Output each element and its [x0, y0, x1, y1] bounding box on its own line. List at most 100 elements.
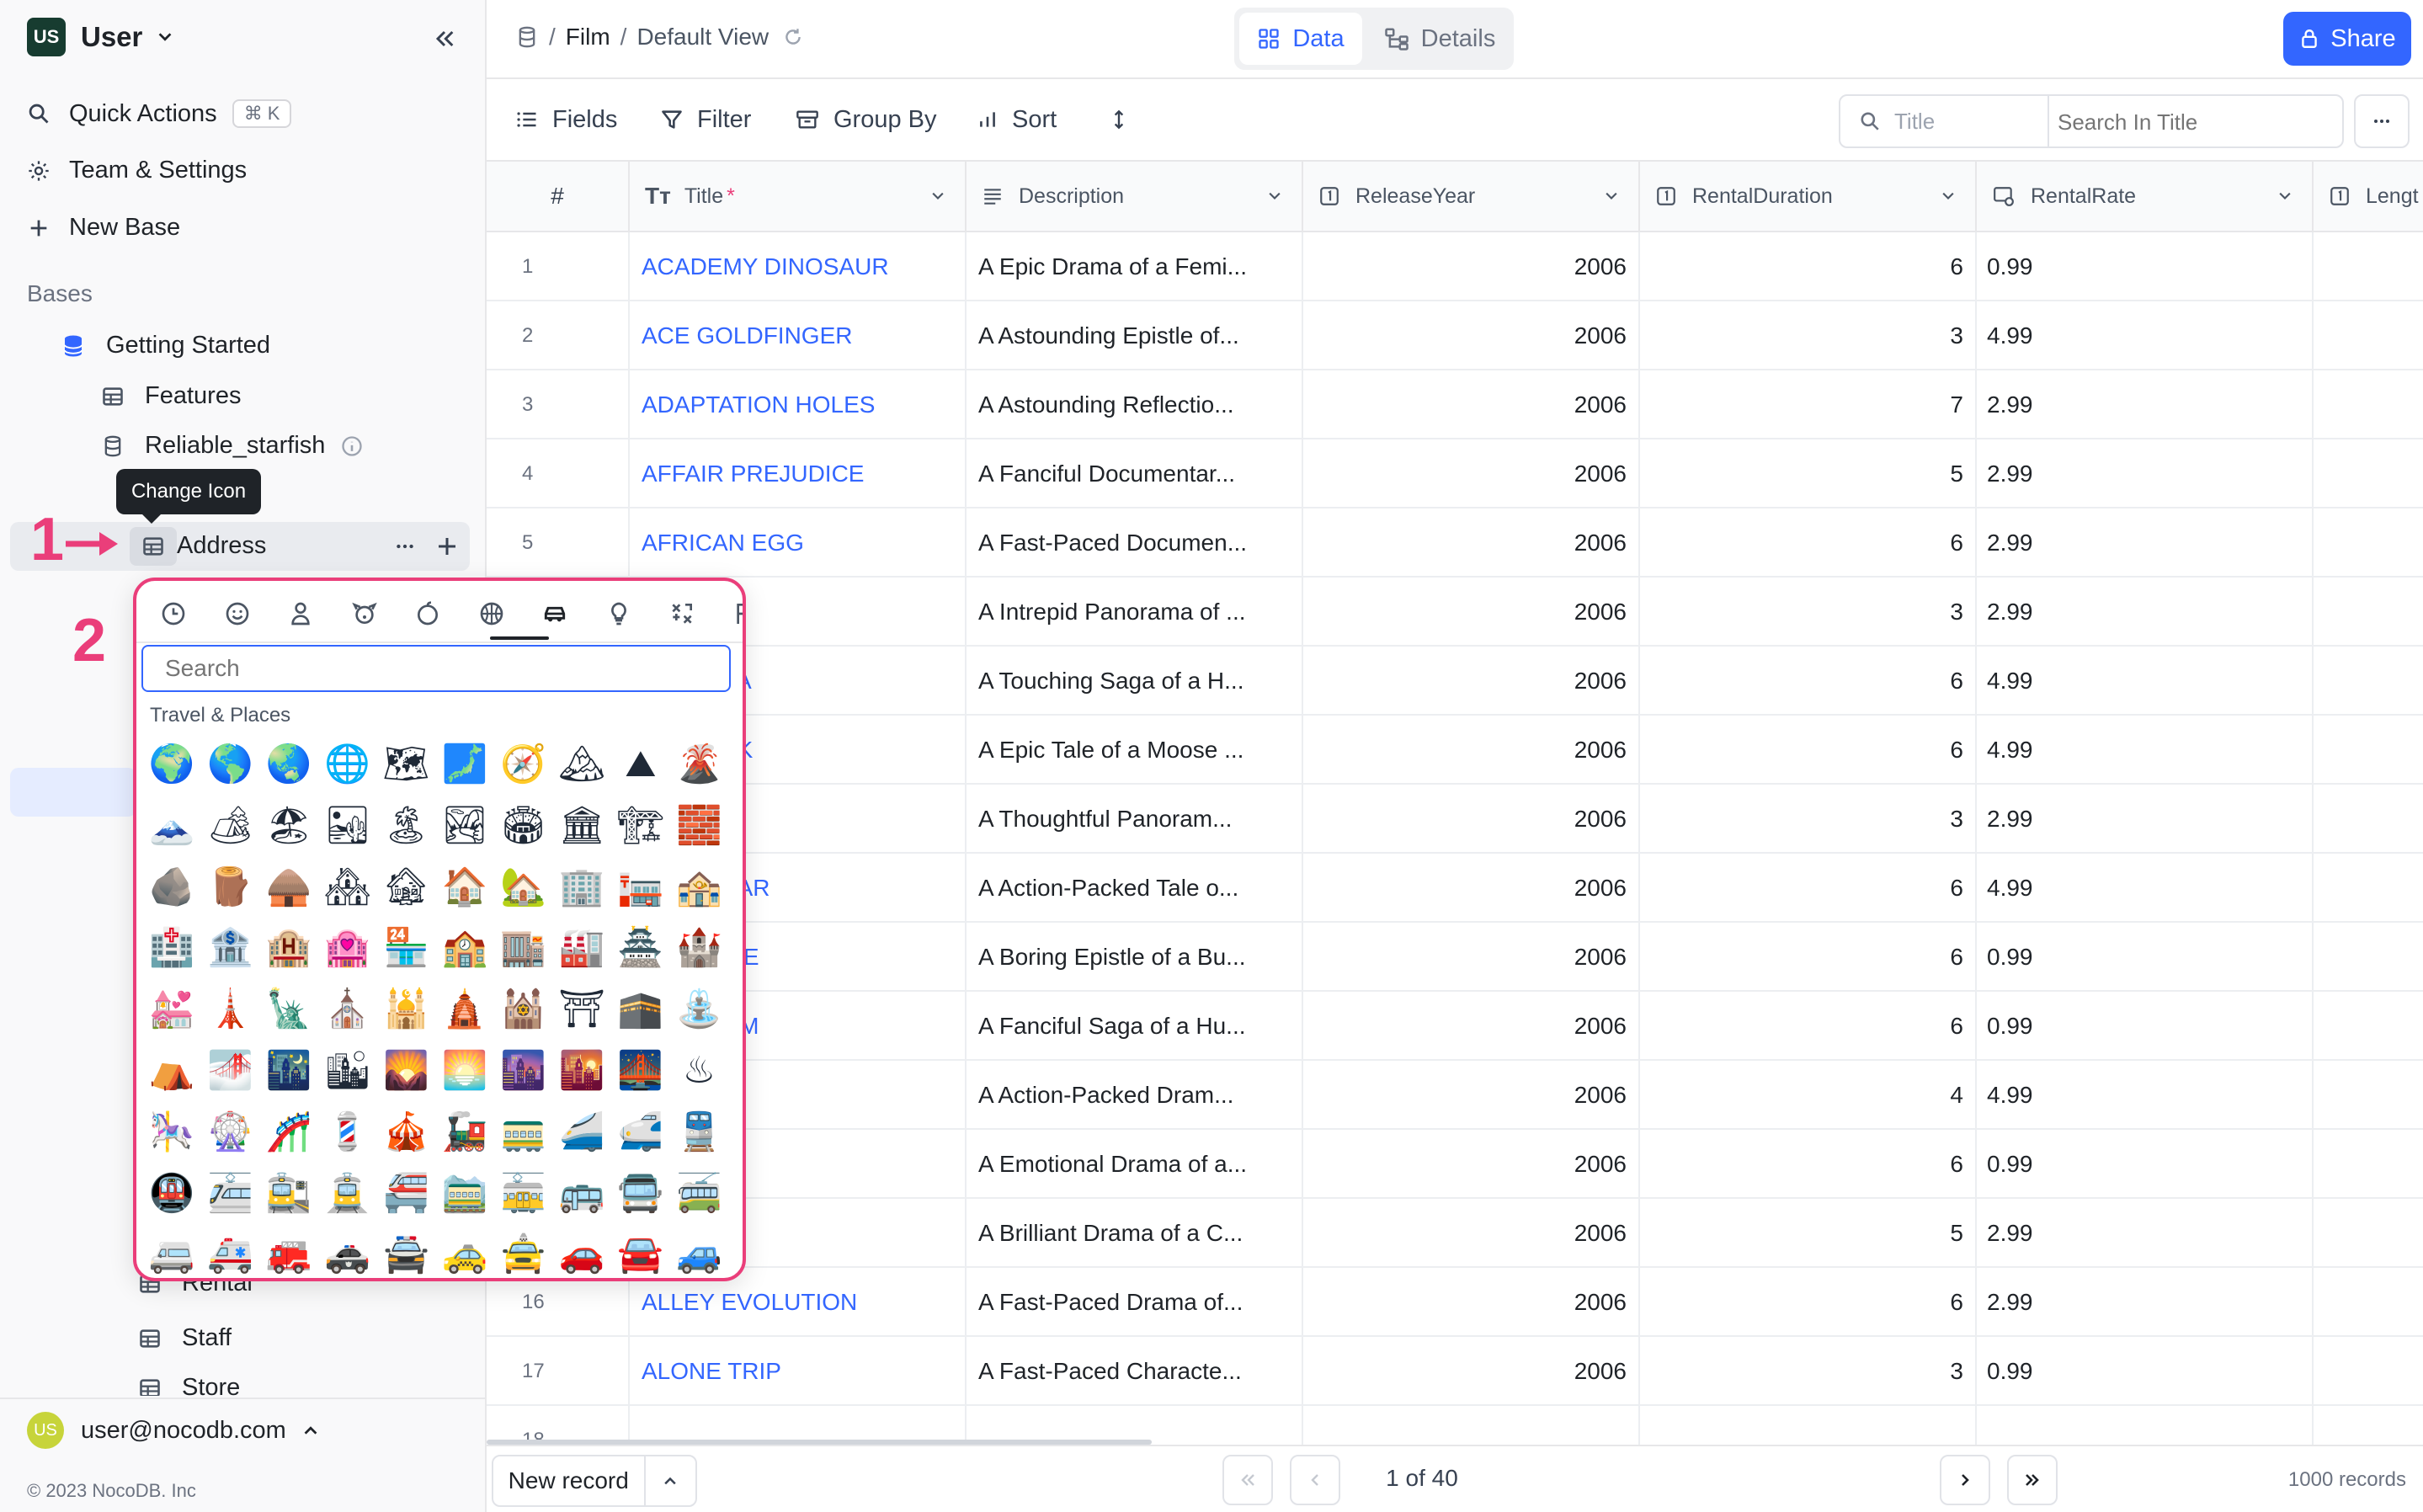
emoji-category-tab[interactable]: [466, 593, 517, 635]
cell-releaseyear[interactable]: 2006: [1303, 1130, 1640, 1199]
cell-description[interactable]: A Action-Packed Tale o...: [967, 854, 1303, 923]
cell-rentalrate[interactable]: 0.99: [1977, 232, 2314, 301]
cell-description[interactable]: A Emotional Drama of a...: [967, 1130, 1303, 1199]
sort-button[interactable]: Sort: [977, 79, 1057, 160]
emoji-option[interactable]: 🏬: [497, 921, 551, 975]
cell-rentalduration[interactable]: 7: [1640, 370, 1977, 439]
emoji-option[interactable]: 🏠: [438, 860, 492, 914]
cell-length[interactable]: [2314, 854, 2423, 923]
emoji-category-tab[interactable]: [530, 593, 580, 635]
cell-releaseyear[interactable]: 2006: [1303, 1199, 1640, 1268]
emoji-option[interactable]: 🚒: [262, 1227, 316, 1278]
emoji-option[interactable]: 🌇: [555, 1044, 609, 1098]
cell-length[interactable]: [2314, 647, 2423, 716]
cell-rentalrate[interactable]: [1977, 1406, 2314, 1445]
cell-rentalduration[interactable]: 3: [1640, 785, 1977, 854]
cell-length[interactable]: [2314, 578, 2423, 647]
cell-rentalrate[interactable]: 2.99: [1977, 1268, 2314, 1337]
column-header-rentalrate[interactable]: RentalRate: [1977, 162, 2314, 232]
tab-details[interactable]: Details: [1371, 13, 1509, 65]
emoji-option[interactable]: 🌏: [262, 737, 316, 791]
emoji-option[interactable]: 🌍: [145, 737, 199, 791]
search-field-select[interactable]: Title: [1840, 96, 2049, 146]
emoji-option[interactable]: 🏰: [672, 921, 726, 975]
cell-description[interactable]: A Fast-Paced Characte...: [967, 1337, 1303, 1406]
last-page-button[interactable]: [2007, 1455, 2058, 1505]
collapse-sidebar-icon[interactable]: [431, 25, 458, 52]
emoji-option[interactable]: 🎢: [262, 1105, 316, 1159]
table-row[interactable]: 5 AFRICAN EGG A Fast-Paced Documen... 2006 6…: [487, 508, 2423, 578]
cell-description[interactable]: A Touching Saga of a H...: [967, 647, 1303, 716]
cell-releaseyear[interactable]: 2006: [1303, 370, 1640, 439]
emoji-option[interactable]: 🛖: [262, 860, 316, 914]
emoji-option[interactable]: 🌉: [614, 1044, 668, 1098]
emoji-option[interactable]: 🏥: [145, 921, 199, 975]
user-menu[interactable]: US user@nocodb.com: [27, 1412, 320, 1449]
new-record-menu-button[interactable]: [646, 1456, 696, 1505]
cell-releaseyear[interactable]: 2006: [1303, 647, 1640, 716]
cell-rentalduration[interactable]: 6: [1640, 992, 1977, 1061]
cell-rentalduration[interactable]: 6: [1640, 854, 1977, 923]
emoji-option[interactable]: 🧭: [497, 737, 551, 791]
emoji-option[interactable]: 🗻: [145, 799, 199, 853]
emoji-option[interactable]: 🌎: [204, 737, 258, 791]
cell-releaseyear[interactable]: [1303, 1406, 1640, 1445]
cell-rentalrate[interactable]: 0.99: [1977, 1130, 2314, 1199]
cell-description[interactable]: A Fast-Paced Drama of...: [967, 1268, 1303, 1337]
table-row[interactable]: 17 ALONE TRIP A Fast-Paced Characte... 2006…: [487, 1337, 2423, 1406]
cell-releaseyear[interactable]: 2006: [1303, 923, 1640, 992]
emoji-option[interactable]: 🚙: [672, 1227, 726, 1278]
table-row[interactable]: 15NTERA Brilliant Drama of a C...200652.…: [487, 1199, 2423, 1268]
emoji-option[interactable]: 🚉: [262, 1167, 316, 1221]
emoji-category-tab[interactable]: [657, 593, 707, 635]
cell-length[interactable]: [2314, 992, 2423, 1061]
emoji-option[interactable]: 🚖: [497, 1227, 551, 1278]
table-row[interactable]: 13VERA Action-Packed Dram...200644.99: [487, 1061, 2423, 1130]
cell-description[interactable]: A Epic Drama of a Femi...: [967, 232, 1303, 301]
emoji-option[interactable]: 🎪: [379, 1105, 433, 1159]
new-base-button[interactable]: New Base: [27, 214, 180, 242]
emoji-option[interactable]: 🌐: [321, 737, 375, 791]
emoji-option[interactable]: 🚗: [555, 1227, 609, 1278]
cell-rentalduration[interactable]: [1640, 1406, 1977, 1445]
emoji-option[interactable]: 🪵: [204, 860, 258, 914]
emoji-option[interactable]: ⛺: [145, 1044, 199, 1098]
cell-title[interactable]: ADAPTATION HOLES: [630, 370, 967, 439]
table-row[interactable]: 1 ACADEMY DINOSAUR A Epic Drama of a Femi.…: [487, 232, 2423, 301]
table-row[interactable]: 3 ADAPTATION HOLES A Astounding Reflectio.…: [487, 370, 2423, 439]
emoji-option[interactable]: 🎠: [145, 1105, 199, 1159]
cell-index[interactable]: 5: [487, 508, 630, 578]
cell-length[interactable]: [2314, 232, 2423, 301]
cell-description[interactable]: A Fast-Paced Documen...: [967, 508, 1303, 578]
cell-length[interactable]: [2314, 923, 2423, 992]
cell-rentalrate[interactable]: 2.99: [1977, 439, 2314, 508]
cell-title[interactable]: AFFAIR PREJUDICE: [630, 439, 967, 508]
cell-rentalduration[interactable]: 5: [1640, 1199, 1977, 1268]
emoji-option[interactable]: 🚝: [379, 1167, 433, 1221]
emoji-option[interactable]: 🕍: [497, 982, 551, 1036]
workspace-switcher[interactable]: US User: [27, 18, 174, 56]
emoji-option[interactable]: 🏦: [204, 921, 258, 975]
table-row[interactable]: 12PHANTOMA Fanciful Saga of a Hu...20066…: [487, 992, 2423, 1061]
emoji-option[interactable]: 🚌: [555, 1167, 609, 1221]
emoji-option[interactable]: 🪨: [145, 860, 199, 914]
emoji-option[interactable]: 🚂: [438, 1105, 492, 1159]
cell-rentalrate[interactable]: 0.99: [1977, 923, 2314, 992]
emoji-category-tab[interactable]: [402, 593, 453, 635]
cell-releaseyear[interactable]: 2006: [1303, 785, 1640, 854]
emoji-option[interactable]: 🧱: [672, 799, 726, 853]
cell-releaseyear[interactable]: 2006: [1303, 1337, 1640, 1406]
emoji-option[interactable]: 🏫: [438, 921, 492, 975]
column-header-title[interactable]: Tт Title *: [630, 162, 967, 232]
emoji-option[interactable]: 🗾: [438, 737, 492, 791]
cell-length[interactable]: [2314, 1406, 2423, 1445]
emoji-option[interactable]: 🏟: [497, 799, 551, 853]
cell-rentalduration[interactable]: 3: [1640, 578, 1977, 647]
cell-rentalrate[interactable]: 4.99: [1977, 1061, 2314, 1130]
sidebar-item-reliable-starfish[interactable]: Reliable_starfish: [101, 432, 384, 460]
cell-description[interactable]: A Action-Packed Dram...: [967, 1061, 1303, 1130]
table-row[interactable]: 6UMANA Intrepid Panorama of ...200632.99: [487, 578, 2423, 647]
cell-description[interactable]: A Thoughtful Panoram...: [967, 785, 1303, 854]
emoji-option[interactable]: 🏘: [321, 860, 375, 914]
new-record-button[interactable]: New record: [493, 1456, 646, 1505]
